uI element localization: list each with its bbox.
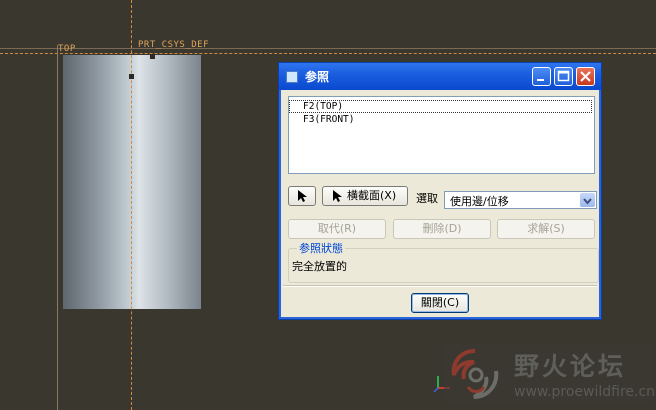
chevron-down-icon [583,198,592,205]
maximize-icon [557,70,570,82]
replace-button[interactable]: 取代(R) [288,219,386,239]
sketch-point-mark [129,74,134,79]
list-item[interactable]: F2(TOP) [289,100,592,113]
select-mode-dropdown[interactable]: 使用邊/位移 [444,191,597,209]
minimize-icon [537,79,544,81]
datum-axis[interactable] [131,0,132,410]
cross-section-button[interactable]: 横截面(X) [322,186,408,206]
cursor-arrow-icon [298,190,307,202]
sketch-point-mark [150,54,155,59]
datum-plane-edge [0,48,656,49]
reference-status-title: 参照狀態 [297,240,345,256]
close-window-button[interactable] [576,67,595,86]
watermark-swirl-icon [451,349,499,399]
select-reference-button[interactable] [288,186,316,206]
cross-section-label: 横截面(X) [347,189,397,202]
select-mode-value: 使用邊/位移 [450,195,509,208]
delete-button[interactable]: 刪除(D) [393,219,491,239]
minimize-button[interactable] [532,67,551,86]
references-dialog: 参照 F2(TOP) F3(FRONT) 横截面(X) 選取 使用邊/位移 取代… [278,62,602,320]
dialog-title: 参照 [305,70,330,84]
solve-button[interactable]: 求解(S) [497,219,595,239]
divider [283,285,597,287]
references-list[interactable]: F2(TOP) F3(FRONT) [288,96,595,174]
watermark-title: 野火论坛 [514,352,627,381]
watermark-url: www.proewildfire.cn [514,384,656,400]
datum-plane-edge-vertical [57,45,58,410]
watermark: 野火论坛 www.proewildfire.cn [444,343,656,405]
close-icon [580,71,591,82]
list-item[interactable]: F3(FRONT) [303,114,354,125]
datum-csys-label: PRT_CSYS_DEF [138,40,210,50]
dialog-titlebar[interactable]: 参照 [279,63,601,90]
reference-status-text: 完全放置的 [292,260,347,273]
datum-plane-top[interactable] [0,53,656,54]
select-label: 選取 [416,192,438,205]
datum-top-label: TOP [58,44,76,54]
close-button[interactable]: 關閉(C) [411,293,469,313]
cylinder-model[interactable] [63,55,201,309]
dialog-app-icon [286,71,298,83]
maximize-button[interactable] [554,67,573,86]
dropdown-arrow-button[interactable] [580,193,595,207]
cursor-arrow-icon [333,190,342,202]
